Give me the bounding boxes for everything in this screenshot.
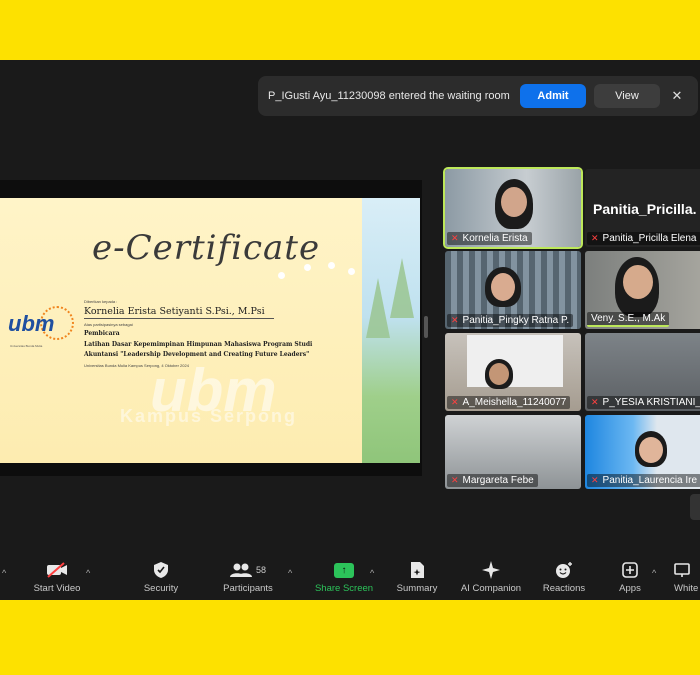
resize-handle[interactable] [424, 316, 428, 338]
reactions-button[interactable]: Reactions [540, 560, 588, 594]
ubm-logo: ubm [8, 311, 55, 336]
participant-name: Panitia_Pricilla Elena [602, 233, 697, 244]
summary-icon [394, 560, 440, 580]
participants-count: 58 [255, 565, 266, 575]
whiteboards-button[interactable]: White [674, 560, 700, 594]
bottom-border [0, 600, 700, 675]
reactions-label: Reactions [542, 583, 586, 594]
view-button[interactable]: View [594, 84, 660, 108]
share-screen-icon: ↑ [312, 560, 376, 580]
mic-muted-icon: ✕ [451, 397, 459, 407]
apps-label: Apps [619, 583, 641, 594]
shield-icon [136, 560, 186, 580]
security-label: Security [143, 583, 179, 594]
participants-button[interactable]: 58 Participants [218, 560, 278, 594]
notification-text: P_IGusti Ayu_11230098 entered the waitin… [268, 90, 510, 102]
top-border [0, 0, 700, 60]
emoji-icon [540, 560, 588, 580]
certificate: e-Certificate ubm Universitas Bunda Muli… [0, 198, 362, 463]
whiteboard-icon [674, 560, 700, 580]
participant-tile[interactable]: ✕ A_Meishella_11240077 [445, 333, 581, 411]
certificate-forest-art [362, 198, 420, 463]
mic-muted-icon: ✕ [451, 233, 459, 243]
participants-label: Participants [223, 583, 273, 594]
logo-subtitle: Universitas Bunda Mulia [10, 344, 43, 348]
shared-screen: e-Certificate ubm Universitas Bunda Muli… [0, 180, 422, 476]
next-page-button[interactable] [690, 494, 700, 520]
mic-muted-icon: ✕ [591, 397, 599, 407]
start-video-button[interactable]: Start Video [28, 560, 86, 594]
decor-dot [278, 272, 285, 279]
share-screen-label: Share Screen [314, 583, 374, 594]
mic-muted-icon: ✕ [451, 475, 459, 485]
decor-dot [348, 268, 355, 275]
chevron-up-icon[interactable]: ^ [2, 568, 6, 578]
participant-name: Veny. S.E., M.Ak [591, 313, 666, 324]
start-video-label: Start Video [33, 583, 81, 594]
chevron-up-icon[interactable]: ^ [288, 568, 292, 578]
apps-icon [612, 560, 648, 580]
participant-tile[interactable]: ✕ Margareta Febe [445, 415, 581, 489]
participant-tile[interactable]: Veny. S.E., M.Ak [585, 251, 700, 329]
apps-button[interactable]: Apps [612, 560, 648, 594]
role-text: Pembicara [84, 330, 120, 337]
participant-name: Panitia_Laurencia Ire [602, 475, 698, 486]
security-button[interactable]: Security [136, 560, 186, 594]
chevron-up-icon[interactable]: ^ [652, 568, 656, 578]
close-icon[interactable]: ✕ [666, 88, 688, 104]
participant-name: Panitia_Pingky Ratna P. [462, 315, 570, 326]
certificate-title: e-Certificate [92, 228, 321, 268]
tree-shape [390, 258, 414, 318]
ai-companion-label: AI Companion [460, 583, 522, 594]
meeting-toolbar: ^ Start Video ^ Security 58 Participants… [0, 546, 700, 600]
sparkle-icon [456, 560, 526, 580]
participant-tile[interactable]: ✕ Panitia_Pingky Ratna P. [445, 251, 581, 329]
whiteboards-label: White [674, 583, 699, 594]
recipient-name: Kornelia Erista Setiyanti S.Psi., M.Psi [84, 306, 274, 319]
summary-button[interactable]: Summary [394, 560, 440, 594]
mic-muted-icon: ✕ [451, 315, 459, 325]
given-to-label: Diberikan kepada : [84, 299, 118, 304]
participant-display-name: Panitia_Pricilla. [593, 201, 697, 217]
participant-tile[interactable]: ✕ Panitia_Laurencia Ire [585, 415, 700, 489]
participant-name: A_Meishella_11240077 [462, 397, 567, 408]
summary-label: Summary [396, 583, 438, 594]
participant-name: Kornelia Erista [462, 233, 528, 244]
watermark-subtitle: Kampus Serpong [120, 406, 298, 426]
participant-tile[interactable]: ✕ Kornelia Erista [443, 167, 583, 249]
mic-muted-icon: ✕ [591, 475, 599, 485]
participant-name: P_YESIA KRISTIANI_1 [602, 397, 700, 408]
participant-tile[interactable]: Panitia_Pricilla. ✕ Panitia_Pricilla Elen… [585, 169, 700, 247]
decor-dot [328, 262, 335, 269]
participant-tile[interactable]: ✕ P_YESIA KRISTIANI_1 [585, 333, 700, 411]
chevron-up-icon[interactable]: ^ [86, 568, 90, 578]
ai-companion-button[interactable]: AI Companion [456, 560, 526, 594]
share-screen-button[interactable]: ↑ Share Screen [312, 560, 376, 594]
admit-button[interactable]: Admit [520, 84, 586, 108]
event-line-1: Latihan Dasar Kepemimpinan Himpunan Maha… [84, 341, 313, 348]
chevron-up-icon[interactable]: ^ [370, 568, 374, 578]
participants-icon: 58 [218, 560, 278, 580]
role-intro: Atas partisipasinya sebagai [84, 322, 133, 327]
tree-shape [366, 278, 390, 338]
participant-name: Margareta Febe [462, 475, 534, 486]
video-off-icon [28, 560, 86, 580]
decor-dot [304, 264, 311, 271]
zoom-meeting-window: P_IGusti Ayu_11230098 entered the waitin… [0, 60, 700, 600]
waiting-room-notification: P_IGusti Ayu_11230098 entered the waitin… [258, 76, 698, 116]
mic-muted-icon: ✕ [591, 233, 599, 243]
